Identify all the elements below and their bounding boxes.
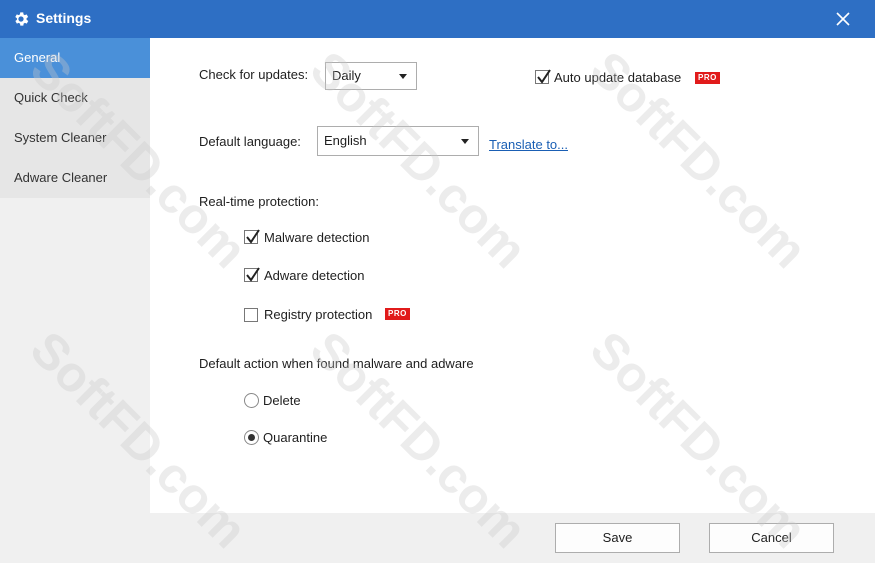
check-updates-value: Daily: [332, 68, 361, 83]
delete-radio-label: Delete: [263, 393, 301, 408]
malware-detection-checkbox[interactable]: [244, 229, 260, 244]
language-select[interactable]: English: [317, 126, 479, 156]
chevron-down-icon: [399, 74, 407, 79]
gear-icon: [15, 12, 29, 26]
sidebar: General Quick Check System Cleaner Adwar…: [0, 38, 150, 563]
default-action-label: Default action when found malware and ad…: [199, 356, 474, 371]
settings-panel: Check for updates: Daily Auto update dat…: [150, 38, 875, 513]
close-icon[interactable]: [833, 9, 853, 29]
malware-detection-label: Malware detection: [264, 230, 370, 245]
translate-link[interactable]: Translate to...: [489, 137, 568, 152]
auto-update-checkbox[interactable]: [535, 69, 551, 84]
cancel-button[interactable]: Cancel: [709, 523, 834, 553]
checkmark-icon: [246, 267, 260, 282]
sidebar-item-quick-check[interactable]: Quick Check: [0, 78, 150, 118]
sidebar-item-general[interactable]: General: [0, 38, 150, 78]
auto-update-label: Auto update database: [554, 70, 682, 85]
delete-radio[interactable]: [244, 393, 259, 408]
adware-detection-label: Adware detection: [264, 268, 365, 283]
check-updates-select[interactable]: Daily: [325, 62, 417, 90]
title-bar: Settings: [0, 0, 875, 38]
window-title: Settings: [36, 10, 92, 26]
realtime-protection-label: Real-time protection:: [199, 194, 319, 209]
save-button[interactable]: Save: [555, 523, 680, 553]
footer-bar: Save Cancel: [150, 513, 875, 563]
checkmark-icon: [246, 229, 260, 244]
radio-selected-dot: [248, 434, 255, 441]
quarantine-radio-label: Quarantine: [263, 430, 328, 445]
sidebar-item-system-cleaner[interactable]: System Cleaner: [0, 118, 150, 158]
pro-badge: PRO: [385, 308, 410, 320]
pro-badge: PRO: [695, 72, 720, 84]
checkmark-icon: [537, 69, 551, 84]
quarantine-radio[interactable]: [244, 430, 259, 445]
chevron-down-icon: [461, 139, 469, 144]
registry-protection-checkbox[interactable]: [244, 308, 258, 322]
check-updates-label: Check for updates:: [199, 67, 309, 82]
default-language-label: Default language:: [199, 134, 301, 149]
sidebar-item-adware-cleaner[interactable]: Adware Cleaner: [0, 158, 150, 198]
language-value: English: [324, 133, 367, 148]
registry-protection-label: Registry protection: [264, 307, 373, 322]
adware-detection-checkbox[interactable]: [244, 267, 260, 282]
